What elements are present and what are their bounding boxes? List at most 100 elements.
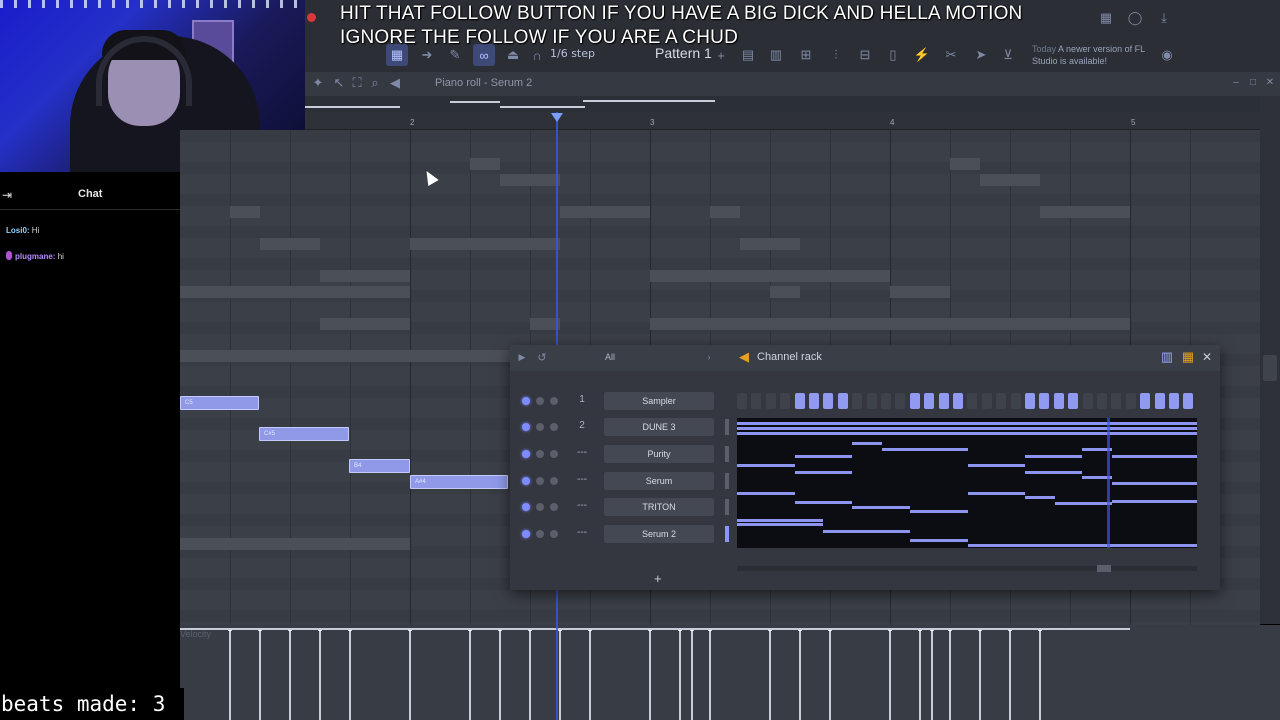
pan-knob-icon[interactable] xyxy=(536,397,544,405)
minimize-icon[interactable]: – xyxy=(1228,74,1244,90)
step-button[interactable] xyxy=(1097,393,1107,409)
speaker-icon[interactable]: ✦ xyxy=(309,74,327,92)
channel-number[interactable]: 1 xyxy=(576,394,588,405)
filter-arrow-icon[interactable]: › xyxy=(700,348,718,366)
chat-menu-icon[interactable]: ⇥ xyxy=(2,188,12,202)
step-button[interactable] xyxy=(780,393,790,409)
step-button[interactable] xyxy=(1155,393,1165,409)
channel-number[interactable]: --- xyxy=(576,474,588,485)
velocity-bar[interactable] xyxy=(408,628,412,720)
step-button[interactable] xyxy=(867,393,877,409)
channel-piano-roll-preview[interactable] xyxy=(737,418,1197,548)
velocity-bar[interactable] xyxy=(288,628,292,720)
step-button[interactable] xyxy=(823,393,833,409)
step-button[interactable] xyxy=(1025,393,1035,409)
pan-knob-icon[interactable] xyxy=(536,503,544,511)
note-as4[interactable]: A#4 xyxy=(410,475,508,489)
undo-icon[interactable]: ↺ xyxy=(533,348,551,366)
step-button[interactable] xyxy=(766,393,776,409)
pan-knob-icon[interactable] xyxy=(536,530,544,538)
volume-knob-icon[interactable] xyxy=(550,503,558,511)
step-button[interactable] xyxy=(1126,393,1136,409)
globe-icon[interactable]: ◉ xyxy=(1156,44,1178,66)
step-button[interactable] xyxy=(953,393,963,409)
channel-rack-scrollbar[interactable] xyxy=(737,566,1197,571)
step-button[interactable] xyxy=(982,393,992,409)
step-button[interactable] xyxy=(895,393,905,409)
step-button[interactable] xyxy=(795,393,805,409)
play-arrow-icon[interactable]: ▶ xyxy=(513,348,531,366)
step-button[interactable] xyxy=(838,393,848,409)
channel-rack-scroll-thumb[interactable] xyxy=(1097,565,1111,572)
velocity-bar[interactable] xyxy=(528,628,532,720)
note-cs5[interactable]: C#5 xyxy=(259,427,349,441)
velocity-bar[interactable] xyxy=(588,628,592,720)
channel-led-icon[interactable] xyxy=(522,450,530,458)
velocity-bar[interactable] xyxy=(828,628,832,720)
channel-name[interactable]: DUNE 3 xyxy=(604,418,714,436)
record-icon[interactable] xyxy=(307,13,316,22)
channel-number[interactable]: 2 xyxy=(576,420,588,431)
velocity-bar[interactable] xyxy=(1038,628,1042,720)
velocity-bar[interactable] xyxy=(228,628,232,720)
velocity-bar[interactable] xyxy=(798,628,802,720)
step-button[interactable] xyxy=(939,393,949,409)
step-button[interactable] xyxy=(967,393,977,409)
volume-knob-icon[interactable] xyxy=(550,450,558,458)
velocity-bar[interactable] xyxy=(678,628,682,720)
add-channel-button[interactable]: + xyxy=(654,571,662,586)
pan-knob-icon[interactable] xyxy=(536,477,544,485)
note-b4[interactable]: B4 xyxy=(349,459,410,473)
channel-name[interactable]: TRITON xyxy=(604,498,714,516)
close-icon[interactable]: ✕ xyxy=(1262,74,1278,90)
velocity-bar[interactable] xyxy=(888,628,892,720)
channel-led-icon[interactable] xyxy=(522,477,530,485)
channel-filter[interactable]: All xyxy=(605,352,615,362)
volume-knob-icon[interactable] xyxy=(550,477,558,485)
velocity-bar[interactable] xyxy=(1008,628,1012,720)
velocity-bar[interactable] xyxy=(978,628,982,720)
graph-icon[interactable]: ▥ xyxy=(1158,348,1176,366)
channel-number[interactable]: --- xyxy=(576,500,588,511)
note-c5[interactable]: C5 xyxy=(180,396,259,410)
playhead-marker-icon[interactable] xyxy=(551,113,563,122)
close-icon[interactable]: ✕ xyxy=(1202,350,1212,364)
step-button[interactable] xyxy=(1083,393,1093,409)
velocity-lane[interactable] xyxy=(180,625,1280,720)
velocity-bar[interactable] xyxy=(768,628,772,720)
velocity-bar[interactable] xyxy=(918,628,922,720)
channel-led-icon[interactable] xyxy=(522,503,530,511)
step-button[interactable] xyxy=(1039,393,1049,409)
mute-icon[interactable]: ◀ xyxy=(386,74,404,92)
channel-name[interactable]: Sampler xyxy=(604,392,714,410)
velocity-bar[interactable] xyxy=(258,628,262,720)
step-button[interactable] xyxy=(751,393,761,409)
step-button[interactable] xyxy=(852,393,862,409)
channel-led-icon[interactable] xyxy=(522,530,530,538)
chat-username[interactable]: Losi0: xyxy=(6,226,30,235)
step-button[interactable] xyxy=(1054,393,1064,409)
velocity-bar[interactable] xyxy=(930,628,934,720)
maximize-icon[interactable]: □ xyxy=(1245,74,1261,90)
pointer-icon[interactable]: ↖ xyxy=(330,74,348,92)
step-sequencer[interactable] xyxy=(737,393,1197,409)
channel-led-icon[interactable] xyxy=(522,423,530,431)
pan-knob-icon[interactable] xyxy=(536,423,544,431)
zoom-icon[interactable]: ⌕ xyxy=(366,74,384,92)
velocity-bar[interactable] xyxy=(498,628,502,720)
chat-username[interactable]: plugmane: xyxy=(15,252,55,261)
step-button[interactable] xyxy=(996,393,1006,409)
vertical-scroll-thumb[interactable] xyxy=(1263,355,1277,381)
volume-knob-icon[interactable] xyxy=(550,397,558,405)
step-button[interactable] xyxy=(1068,393,1078,409)
channel-number[interactable]: --- xyxy=(576,527,588,538)
step-view-icon[interactable]: ▦ xyxy=(1179,348,1197,366)
step-button[interactable] xyxy=(881,393,891,409)
note-overview-strip[interactable] xyxy=(305,96,1265,112)
channel-led-icon[interactable] xyxy=(522,397,530,405)
velocity-bar[interactable] xyxy=(468,628,472,720)
velocity-bar[interactable] xyxy=(948,628,952,720)
step-button[interactable] xyxy=(910,393,920,409)
channel-name[interactable]: Purity xyxy=(604,445,714,463)
step-button[interactable] xyxy=(1111,393,1121,409)
